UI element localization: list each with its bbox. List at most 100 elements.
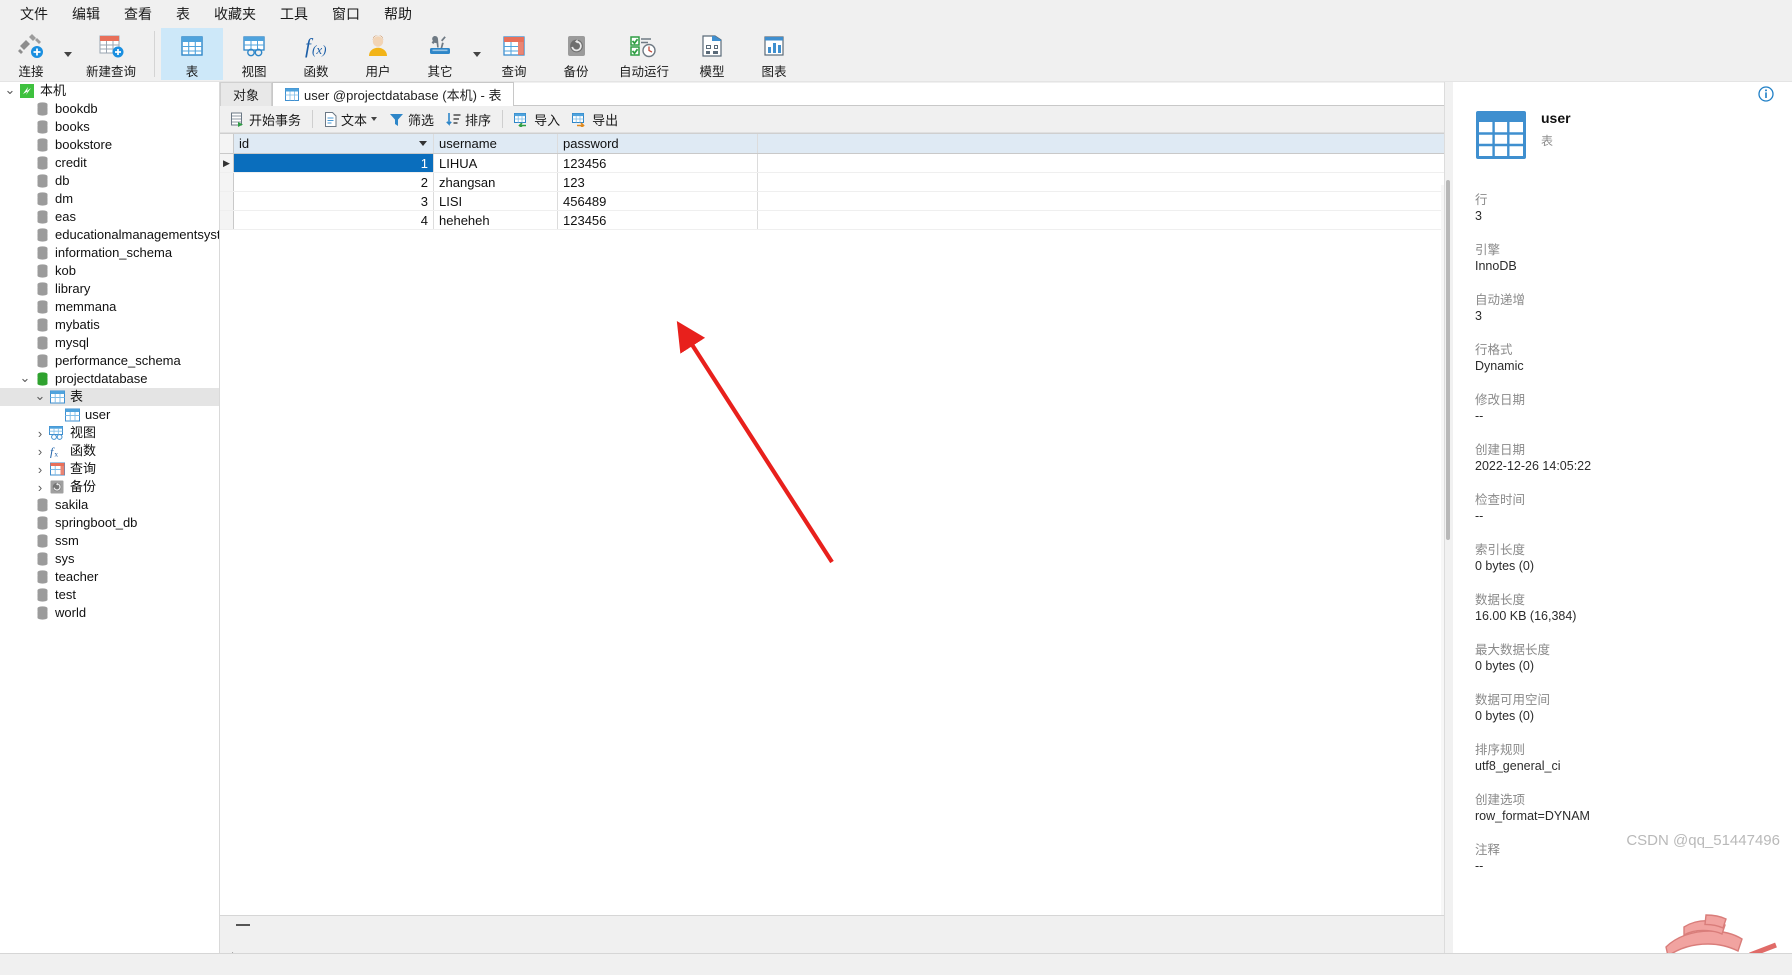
- toolbar-connect-dropdown[interactable]: [62, 28, 74, 80]
- tree-node[interactable]: books: [0, 118, 219, 136]
- cell-password[interactable]: 123456: [558, 211, 758, 229]
- tree-node[interactable]: sys: [0, 550, 219, 568]
- tree-node[interactable]: ⌄ 表: [0, 388, 219, 406]
- table-row[interactable]: 4 heheheh 123456: [220, 211, 1444, 230]
- toolbar-button-user[interactable]: 用户: [347, 28, 409, 80]
- tree-node[interactable]: user: [0, 406, 219, 424]
- chevron-down-icon[interactable]: ⌄: [32, 388, 48, 406]
- toolbar-button-query[interactable]: 查询: [483, 28, 545, 80]
- tree-node-label: memmana: [55, 299, 117, 314]
- toolbar-button-function[interactable]: f (x) 函数: [285, 28, 347, 80]
- toolbar-button-new-query[interactable]: 新建查询: [74, 28, 148, 80]
- cell-id[interactable]: 4: [234, 211, 434, 229]
- tree-node[interactable]: ⌄ projectdatabase: [0, 370, 219, 388]
- grid-column-header-id[interactable]: id: [234, 134, 434, 153]
- toolbar-button-model[interactable]: 模型: [681, 28, 743, 80]
- cell-password[interactable]: 456489: [558, 192, 758, 210]
- text-button[interactable]: 文本: [318, 108, 383, 131]
- cell-username[interactable]: zhangsan: [434, 173, 558, 191]
- tab-objects[interactable]: 对象: [220, 82, 273, 106]
- chevron-right-icon[interactable]: ›: [32, 424, 48, 442]
- menu-item-file[interactable]: 文件: [8, 1, 60, 27]
- tree-node[interactable]: db: [0, 172, 219, 190]
- tree-node[interactable]: › 查询: [0, 460, 219, 478]
- tree-node[interactable]: ⌄ 本机: [0, 82, 219, 100]
- tree-node[interactable]: ssm: [0, 532, 219, 550]
- export-icon: [572, 112, 588, 127]
- cell-password[interactable]: 123: [558, 173, 758, 191]
- row-indicator[interactable]: ▶: [220, 154, 234, 172]
- tree-node[interactable]: eas: [0, 208, 219, 226]
- tree-node[interactable]: bookdb: [0, 100, 219, 118]
- tree-node[interactable]: sakila: [0, 496, 219, 514]
- row-indicator[interactable]: [220, 211, 234, 229]
- row-indicator[interactable]: [220, 173, 234, 191]
- toolbar-button-other[interactable]: 其它: [409, 28, 471, 80]
- navigation-sidebar[interactable]: ⌄ 本机 bookdb books bookstore credit db dm eas educ…: [0, 82, 220, 975]
- tree-node[interactable]: world: [0, 604, 219, 622]
- table-row[interactable]: ▶ 1 LIHUA 123456: [220, 154, 1444, 173]
- toolbar-other-dropdown[interactable]: [471, 28, 483, 80]
- export-button[interactable]: 导出: [566, 108, 624, 131]
- toolbar-button-connect[interactable]: 连接: [0, 28, 62, 80]
- tree-node[interactable]: performance_schema: [0, 352, 219, 370]
- cell-password[interactable]: 123456: [558, 154, 758, 172]
- menu-item-view[interactable]: 查看: [112, 1, 164, 27]
- grid-column-header-username[interactable]: username: [434, 134, 558, 153]
- database-icon: [33, 334, 51, 352]
- tree-node[interactable]: bookstore: [0, 136, 219, 154]
- toolbar-button-table[interactable]: 表: [161, 28, 223, 80]
- table-row[interactable]: 3 LISI 456489: [220, 192, 1444, 211]
- toolbar-button-view[interactable]: 视图: [223, 28, 285, 80]
- info-panel-scrollbar[interactable]: [1445, 82, 1453, 975]
- cell-username[interactable]: heheheh: [434, 211, 558, 229]
- menu-item-edit[interactable]: 编辑: [60, 1, 112, 27]
- toolbar-button-automation[interactable]: 自动运行: [607, 28, 681, 80]
- menu-item-help[interactable]: 帮助: [372, 1, 424, 27]
- tree-node[interactable]: dm: [0, 190, 219, 208]
- cell-id[interactable]: 3: [234, 192, 434, 210]
- menu-item-window[interactable]: 窗口: [320, 1, 372, 27]
- menu-item-favorites[interactable]: 收藏夹: [202, 1, 268, 27]
- tree-node[interactable]: information_schema: [0, 244, 219, 262]
- info-panel-scroll-thumb[interactable]: [1446, 180, 1450, 540]
- chevron-right-icon[interactable]: ›: [32, 460, 48, 478]
- filter-button[interactable]: 筛选: [383, 108, 440, 131]
- chevron-right-icon[interactable]: ›: [32, 478, 48, 496]
- tree-node[interactable]: mybatis: [0, 316, 219, 334]
- cell-username[interactable]: LIHUA: [434, 154, 558, 172]
- chevron-right-icon[interactable]: ›: [32, 442, 48, 460]
- row-indicator[interactable]: [220, 192, 234, 210]
- tab-user-table[interactable]: user @projectdatabase (本机) - 表: [272, 82, 515, 106]
- import-button[interactable]: 导入: [508, 108, 566, 131]
- tree-node[interactable]: springboot_db: [0, 514, 219, 532]
- chevron-down-icon[interactable]: ⌄: [2, 82, 18, 100]
- tree-node[interactable]: kob: [0, 262, 219, 280]
- tree-node[interactable]: library: [0, 280, 219, 298]
- chevron-down-icon[interactable]: ⌄: [17, 370, 33, 388]
- toolbar-button-backup[interactable]: 备份: [545, 28, 607, 80]
- grid-column-header-password[interactable]: password: [558, 134, 758, 153]
- cell-id[interactable]: 2: [234, 173, 434, 191]
- data-grid[interactable]: id username password ▶ 1 LIHUA 123456 2 zhang…: [220, 133, 1444, 967]
- table-row[interactable]: 2 zhangsan 123: [220, 173, 1444, 192]
- sort-button[interactable]: 排序: [440, 108, 497, 131]
- tree-node[interactable]: › 视图: [0, 424, 219, 442]
- cell-id[interactable]: 1: [234, 154, 434, 172]
- tree-node[interactable]: test: [0, 586, 219, 604]
- menu-item-tools[interactable]: 工具: [268, 1, 320, 27]
- collapse-handle-icon[interactable]: [236, 924, 250, 926]
- tree-node[interactable]: teacher: [0, 568, 219, 586]
- toolbar-button-chart[interactable]: 图表: [743, 28, 805, 80]
- cell-username[interactable]: LISI: [434, 192, 558, 210]
- info-circle-icon[interactable]: [1758, 86, 1774, 102]
- tree-node[interactable]: › 备份: [0, 478, 219, 496]
- tree-node[interactable]: › f x 函数: [0, 442, 219, 460]
- current-row-marker-icon: ▶: [223, 157, 230, 168]
- menu-item-table[interactable]: 表: [164, 1, 202, 27]
- tree-node[interactable]: educationalmanagementsystem: [0, 226, 219, 244]
- tree-node[interactable]: mysql: [0, 334, 219, 352]
- tree-node[interactable]: credit: [0, 154, 219, 172]
- tree-node[interactable]: memmana: [0, 298, 219, 316]
- begin-transaction-button[interactable]: 开始事务: [224, 108, 307, 131]
